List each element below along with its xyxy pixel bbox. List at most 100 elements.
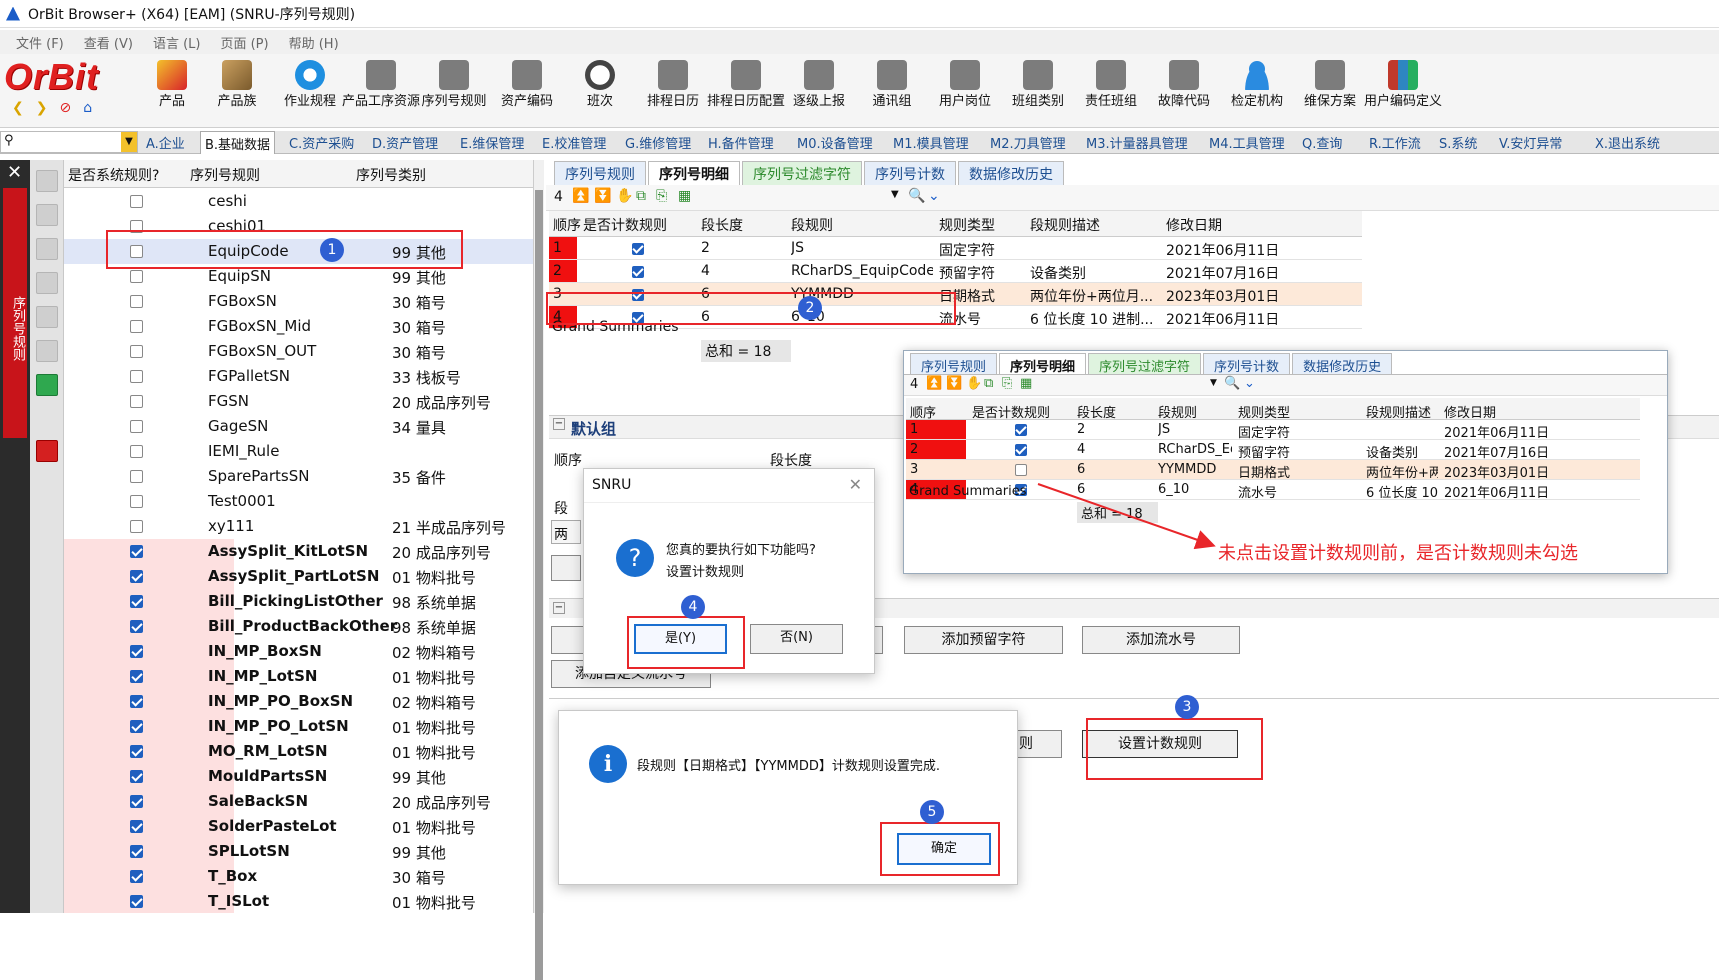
button-partial[interactable] (551, 555, 581, 581)
tab-calibration[interactable]: E.校准管理 (542, 133, 606, 152)
grid-column-header[interactable]: 段规则描述 (1030, 215, 1100, 235)
grid-column-header[interactable]: 修改日期 (1444, 402, 1496, 421)
tab-mould[interactable]: M1.模具管理 (893, 133, 969, 152)
menu-page[interactable]: 页面 (P) (220, 33, 268, 52)
toolbar-fault-code[interactable]: 故障代码 (1142, 58, 1226, 126)
toolbar-product-family[interactable]: 产品族 (195, 58, 279, 126)
tab-repair[interactable]: G.维修管理 (625, 133, 691, 152)
save-icon[interactable] (36, 272, 58, 294)
tab-asset-management[interactable]: D.资产管理 (372, 133, 438, 152)
system-rule-checkbox[interactable] (130, 670, 143, 683)
rule-list-row[interactable]: IN_MP_LotSN 01 物料批号 (64, 664, 533, 689)
tab-exit[interactable]: X.退出系统 (1595, 133, 1660, 152)
rule-list-row[interactable]: IEMI_Rule (64, 439, 533, 464)
menu-file[interactable]: 文件 (F) (16, 33, 64, 52)
tab-gauge[interactable]: M3.计量器具管理 (1086, 133, 1188, 152)
tab-enterprise[interactable]: A.企业 (146, 133, 185, 152)
close-icon[interactable]: ✕ (7, 162, 22, 183)
rule-list-row[interactable]: FGBoxSN_OUT 30 箱号 (64, 339, 533, 364)
dropdown-icon[interactable]: ▼ (121, 132, 137, 152)
tab-basic-data[interactable]: B.基础数据 (200, 131, 276, 154)
grid-column-header[interactable]: 顺序 (910, 402, 936, 421)
menu-language[interactable]: 语言 (L) (153, 33, 201, 52)
tab-equipment[interactable]: M0.设备管理 (797, 133, 873, 152)
rule-list-row[interactable]: SparePartsSN 35 备件 (64, 464, 533, 489)
search-icon[interactable]: 🔍 (908, 188, 925, 204)
tab-change-history[interactable]: 数据修改历史 (958, 161, 1064, 186)
collapse-icon[interactable]: − (553, 418, 565, 430)
grid-row[interactable]: 1 2 JS 固定字符 2021年06月11日 (906, 420, 1640, 441)
toolbar-schedule-calendar[interactable]: 排程日历 (631, 58, 715, 126)
menu-help[interactable]: 帮助 (H) (289, 33, 339, 52)
col-rule-type[interactable]: 序列号类别 (356, 165, 426, 185)
tab-workflow[interactable]: R.工作流 (1369, 133, 1421, 152)
toolbar-escalation[interactable]: 逐级上报 (777, 58, 861, 126)
tab-serial-rule[interactable]: 序列号规则 (554, 161, 646, 186)
system-rule-checkbox[interactable] (130, 620, 143, 633)
system-rule-checkbox[interactable] (130, 195, 143, 208)
rule-list-row[interactable]: MouldPartsSN 99 其他 (64, 764, 533, 789)
system-rule-checkbox[interactable] (130, 770, 143, 783)
system-rule-checkbox[interactable] (130, 320, 143, 333)
first-record-icon[interactable]: ⏫ (572, 188, 589, 204)
system-rule-checkbox[interactable] (130, 545, 143, 558)
tab-andon[interactable]: V.安灯异常 (1499, 133, 1562, 152)
counted-rule-checkbox[interactable] (632, 266, 644, 278)
system-rule-checkbox[interactable] (130, 745, 143, 758)
copy-icon[interactable]: ⧉ (636, 188, 646, 204)
rule-list-row[interactable]: Bill_PickingListOther 98 系统单据 (64, 589, 533, 614)
toolbar-user-code-def[interactable]: 用户编码定义 (1361, 58, 1445, 126)
system-rule-checkbox[interactable] (130, 345, 143, 358)
rule-list-row[interactable]: IN_MP_PO_LotSN 01 物料批号 (64, 714, 533, 739)
rule-list-row[interactable]: AssySplit_PartLotSN 01 物料批号 (64, 564, 533, 589)
system-rule-checkbox[interactable] (130, 520, 143, 533)
system-rule-checkbox[interactable] (130, 270, 143, 283)
columns-icon[interactable]: ▦ (678, 188, 691, 204)
tab-spare-parts[interactable]: H.备件管理 (708, 133, 774, 152)
counted-rule-checkbox[interactable] (1015, 464, 1027, 476)
toolbar-maintenance-plan[interactable]: 维保方案 (1288, 58, 1372, 126)
grid-column-header[interactable]: 段长度 (1077, 402, 1116, 421)
toolbar-user-post[interactable]: 用户岗位 (923, 58, 1007, 126)
toolbar-schedule-calendar-config[interactable]: 排程日历配置 (704, 58, 788, 126)
tab-asset-purchase[interactable]: C.资产采购 (289, 133, 354, 152)
rule-list-row[interactable]: Bill_ProductBackOther 98 系统单据 (64, 614, 533, 639)
add-serial-button[interactable]: 添加流水号 (1082, 626, 1240, 654)
rule-list-scrollbar[interactable] (534, 160, 544, 980)
refresh-icon[interactable] (36, 374, 58, 396)
system-rule-checkbox[interactable] (130, 470, 143, 483)
rule-list-row[interactable]: FGBoxSN_Mid 30 箱号 (64, 314, 533, 339)
tab-tools[interactable]: M4.工具管理 (1209, 133, 1285, 152)
rule-list-row[interactable]: SolderPasteLot 01 物料批号 (64, 814, 533, 839)
system-rule-checkbox[interactable] (130, 870, 143, 883)
toolbar-verification-agency[interactable]: 检定机构 (1215, 58, 1299, 126)
system-rule-checkbox[interactable] (130, 895, 143, 908)
grid-row[interactable]: 2 4 RCharDS_EquipCode 预留字符 设备类别 2021年07月16日 (549, 260, 1362, 283)
rule-list-row[interactable]: FGBoxSN 30 箱号 (64, 289, 533, 314)
rule-list-row[interactable]: IN_MP_PO_BoxSN 02 物料箱号 (64, 689, 533, 714)
toolbar-comm-group[interactable]: 通讯组 (850, 58, 934, 126)
scroll-thumb[interactable] (535, 190, 543, 980)
tab-system[interactable]: S.系统 (1439, 133, 1477, 152)
grid-column-header[interactable]: 段规则描述 (1366, 402, 1431, 421)
grid-column-header[interactable]: 规则类型 (939, 215, 995, 235)
rule-list-row[interactable]: SaleBackSN 20 成品序列号 (64, 789, 533, 814)
tab-serial-detail[interactable]: 序列号明细 (648, 161, 740, 186)
search-box[interactable]: ⚲ ▼ (0, 131, 138, 153)
close-icon[interactable]: ✕ (849, 475, 862, 494)
system-rule-checkbox[interactable] (130, 845, 143, 858)
edit-icon[interactable] (36, 238, 58, 260)
system-rule-checkbox[interactable] (130, 295, 143, 308)
hand-icon[interactable]: ✋ (616, 188, 633, 204)
rule-list-row[interactable]: MO_RM_LotSN 01 物料批号 (64, 739, 533, 764)
system-rule-checkbox[interactable] (130, 420, 143, 433)
col-is-system[interactable]: 是否系统规则? (68, 165, 159, 185)
tab-serial-count[interactable]: 序列号计数 (864, 161, 956, 186)
rule-list-row[interactable]: xy111 21 半成品序列号 (64, 514, 533, 539)
rule-list-row[interactable]: Test0001 (64, 489, 533, 514)
stop-icon[interactable]: ⊘ (59, 100, 71, 116)
rule-list-row[interactable]: ceshi (64, 189, 533, 214)
toolbar-asset-code[interactable]: 资产编码 (485, 58, 569, 126)
grid-row[interactable]: 2 4 RCharDS_EquipCode 预留字符 设备类别 2021年07月16日 (906, 440, 1640, 461)
seg-rule-field[interactable]: 两 (551, 520, 581, 544)
